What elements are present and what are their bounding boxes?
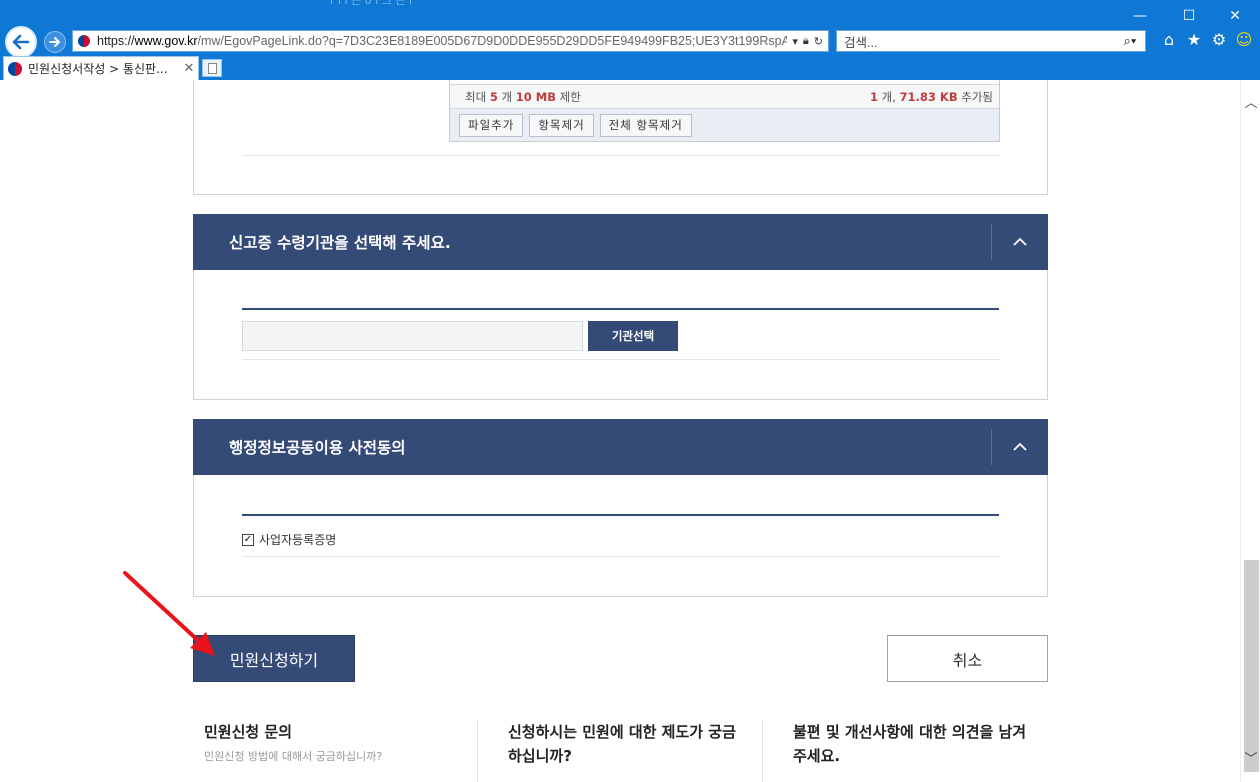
select-org-button[interactable]: 기관선택 (588, 321, 678, 351)
limit-count: 5 (489, 89, 498, 104)
url-scheme: https:// (97, 34, 135, 48)
upload-status-row: 최대 5 개 10 MB 제한 1 개, 71.83 KB 추가됨 (450, 84, 999, 109)
close-tab-icon[interactable]: ✕ (182, 61, 196, 76)
upload-button-row: 파일추가 항목제거 전체 항목제거 (450, 109, 999, 141)
footer-col1-desc: 민원신청 방법에 대해서 궁금하십니까? (204, 750, 383, 763)
scroll-up-icon[interactable]: ︿ (1241, 92, 1260, 111)
url-host: www.gov.kr (134, 34, 198, 48)
cancel-button[interactable]: 취소 (887, 635, 1048, 682)
org-input[interactable] (242, 321, 583, 351)
org-section-body: 기관선택 (193, 270, 1048, 400)
added-suffix: 추가됨 (961, 89, 993, 104)
limit-prefix: 최대 (465, 89, 487, 104)
consent-checkbox-label: 사업자등록증명 (259, 533, 337, 547)
annotation-arrow-icon (123, 571, 215, 656)
scroll-down-icon[interactable]: ﹀ (1241, 748, 1260, 767)
tab-active[interactable]: 민원신청서작성 > 통신판... ✕ (3, 56, 199, 80)
forward-button[interactable] (44, 31, 66, 53)
forward-icon (49, 37, 60, 47)
page-content: 최대 5 개 10 MB 제한 1 개, 71.83 KB 추가됨 파일추가 항… (0, 80, 1240, 782)
collapse-button[interactable] (992, 442, 1048, 452)
tab-favicon (8, 61, 22, 76)
new-tab-icon (207, 62, 217, 74)
file-upload-box: 최대 5 개 10 MB 제한 1 개, 71.83 KB 추가됨 파일추가 항… (449, 80, 1000, 142)
lock-icon[interactable]: 🔒︎ (803, 35, 809, 48)
consent-section-title: 행정정보공동이용 사전동의 (229, 439, 406, 457)
vertical-scrollbar[interactable]: ︿ ﹀ (1240, 80, 1260, 782)
footer-col1-title: 민원신청 문의 (204, 723, 293, 741)
maximize-button[interactable]: ☐ (1177, 6, 1201, 26)
collapse-button[interactable] (992, 237, 1048, 247)
added-count: 1 (869, 89, 878, 104)
home-icon[interactable]: ⌂ (1160, 30, 1178, 49)
smiley-icon[interactable]: ☺ (1235, 30, 1253, 49)
site-favicon (77, 34, 91, 48)
consent-section-header[interactable]: 행정정보공동이용 사전동의 (193, 419, 1048, 475)
gear-icon[interactable]: ⚙ (1210, 30, 1228, 49)
chevron-up-icon (1013, 442, 1027, 451)
star-icon[interactable]: ★ (1185, 30, 1203, 49)
footer-col2-title: 신청하시는 민원에 대한 제도가 궁금하십니까? (508, 723, 736, 765)
org-section-header[interactable]: 신고증 수령기관을 선택해 주세요. (193, 214, 1048, 270)
added-size: 71.83 KB (899, 89, 958, 104)
add-file-button[interactable]: 파일추가 (459, 113, 524, 137)
search-box[interactable]: 검색... ⌕▾ (836, 30, 1146, 52)
divider (242, 155, 999, 156)
org-section-title: 신고증 수령기관을 선택해 주세요. (229, 234, 451, 252)
tab-title: 민원신청서작성 > 통신판... (28, 62, 168, 76)
url-path: /mw/EgovPageLink.do?q=7D3C23E8189E005D67… (197, 34, 788, 48)
back-icon (12, 34, 30, 50)
added-unit: 개, (881, 89, 896, 104)
attachment-card: 최대 5 개 10 MB 제한 1 개, 71.83 KB 추가됨 파일추가 항… (193, 80, 1048, 195)
limit-suffix: 제한 (559, 89, 581, 104)
browser-chrome: r i i 근 0 i 그 근 i — ☐ ✕ https:// www.gov… (0, 0, 1260, 80)
dropdown-icon[interactable]: ▾ (792, 35, 798, 48)
checkbox-icon[interactable]: ✓ (242, 533, 254, 546)
consent-checkbox-row[interactable]: ✓ 사업자등록증명 (242, 531, 336, 548)
address-bar[interactable]: https:// www.gov.kr /mw/EgovPageLink.do?… (72, 30, 829, 52)
chevron-up-icon (1013, 237, 1027, 246)
remove-all-button[interactable]: 전체 항목제거 (599, 113, 692, 137)
window-title: r i i 근 0 i 그 근 i (330, 0, 413, 7)
back-button[interactable] (5, 26, 37, 58)
remove-item-button[interactable]: 항목제거 (529, 113, 594, 137)
new-tab-button[interactable] (202, 59, 222, 77)
tab-bar: 민원신청서작성 > 통신판... ✕ (0, 56, 1260, 80)
search-icon[interactable]: ⌕▾ (1115, 33, 1145, 49)
limit-unit: 개 (501, 89, 513, 104)
refresh-icon[interactable]: ↻ (814, 35, 823, 48)
footer-help-feedback[interactable]: 불편 및 개선사항에 대한 의견을 남겨주세요. (793, 720, 1028, 768)
search-input[interactable]: 검색... (844, 32, 1115, 51)
footer-help-system[interactable]: 신청하시는 민원에 대한 제도가 궁금하십니까? (508, 720, 738, 768)
minimize-button[interactable]: — (1128, 6, 1152, 26)
footer-help-inquiry[interactable]: 민원신청 문의 민원신청 방법에 대해서 궁금하십니까? (204, 720, 464, 764)
scrollbar-thumb[interactable] (1244, 560, 1259, 772)
footer-col3-title: 불편 및 개선사항에 대한 의견을 남겨주세요. (793, 723, 1027, 765)
close-window-button[interactable]: ✕ (1223, 6, 1247, 26)
limit-size: 10 MB (515, 89, 556, 104)
consent-section-body: ✓ 사업자등록증명 (193, 475, 1048, 597)
